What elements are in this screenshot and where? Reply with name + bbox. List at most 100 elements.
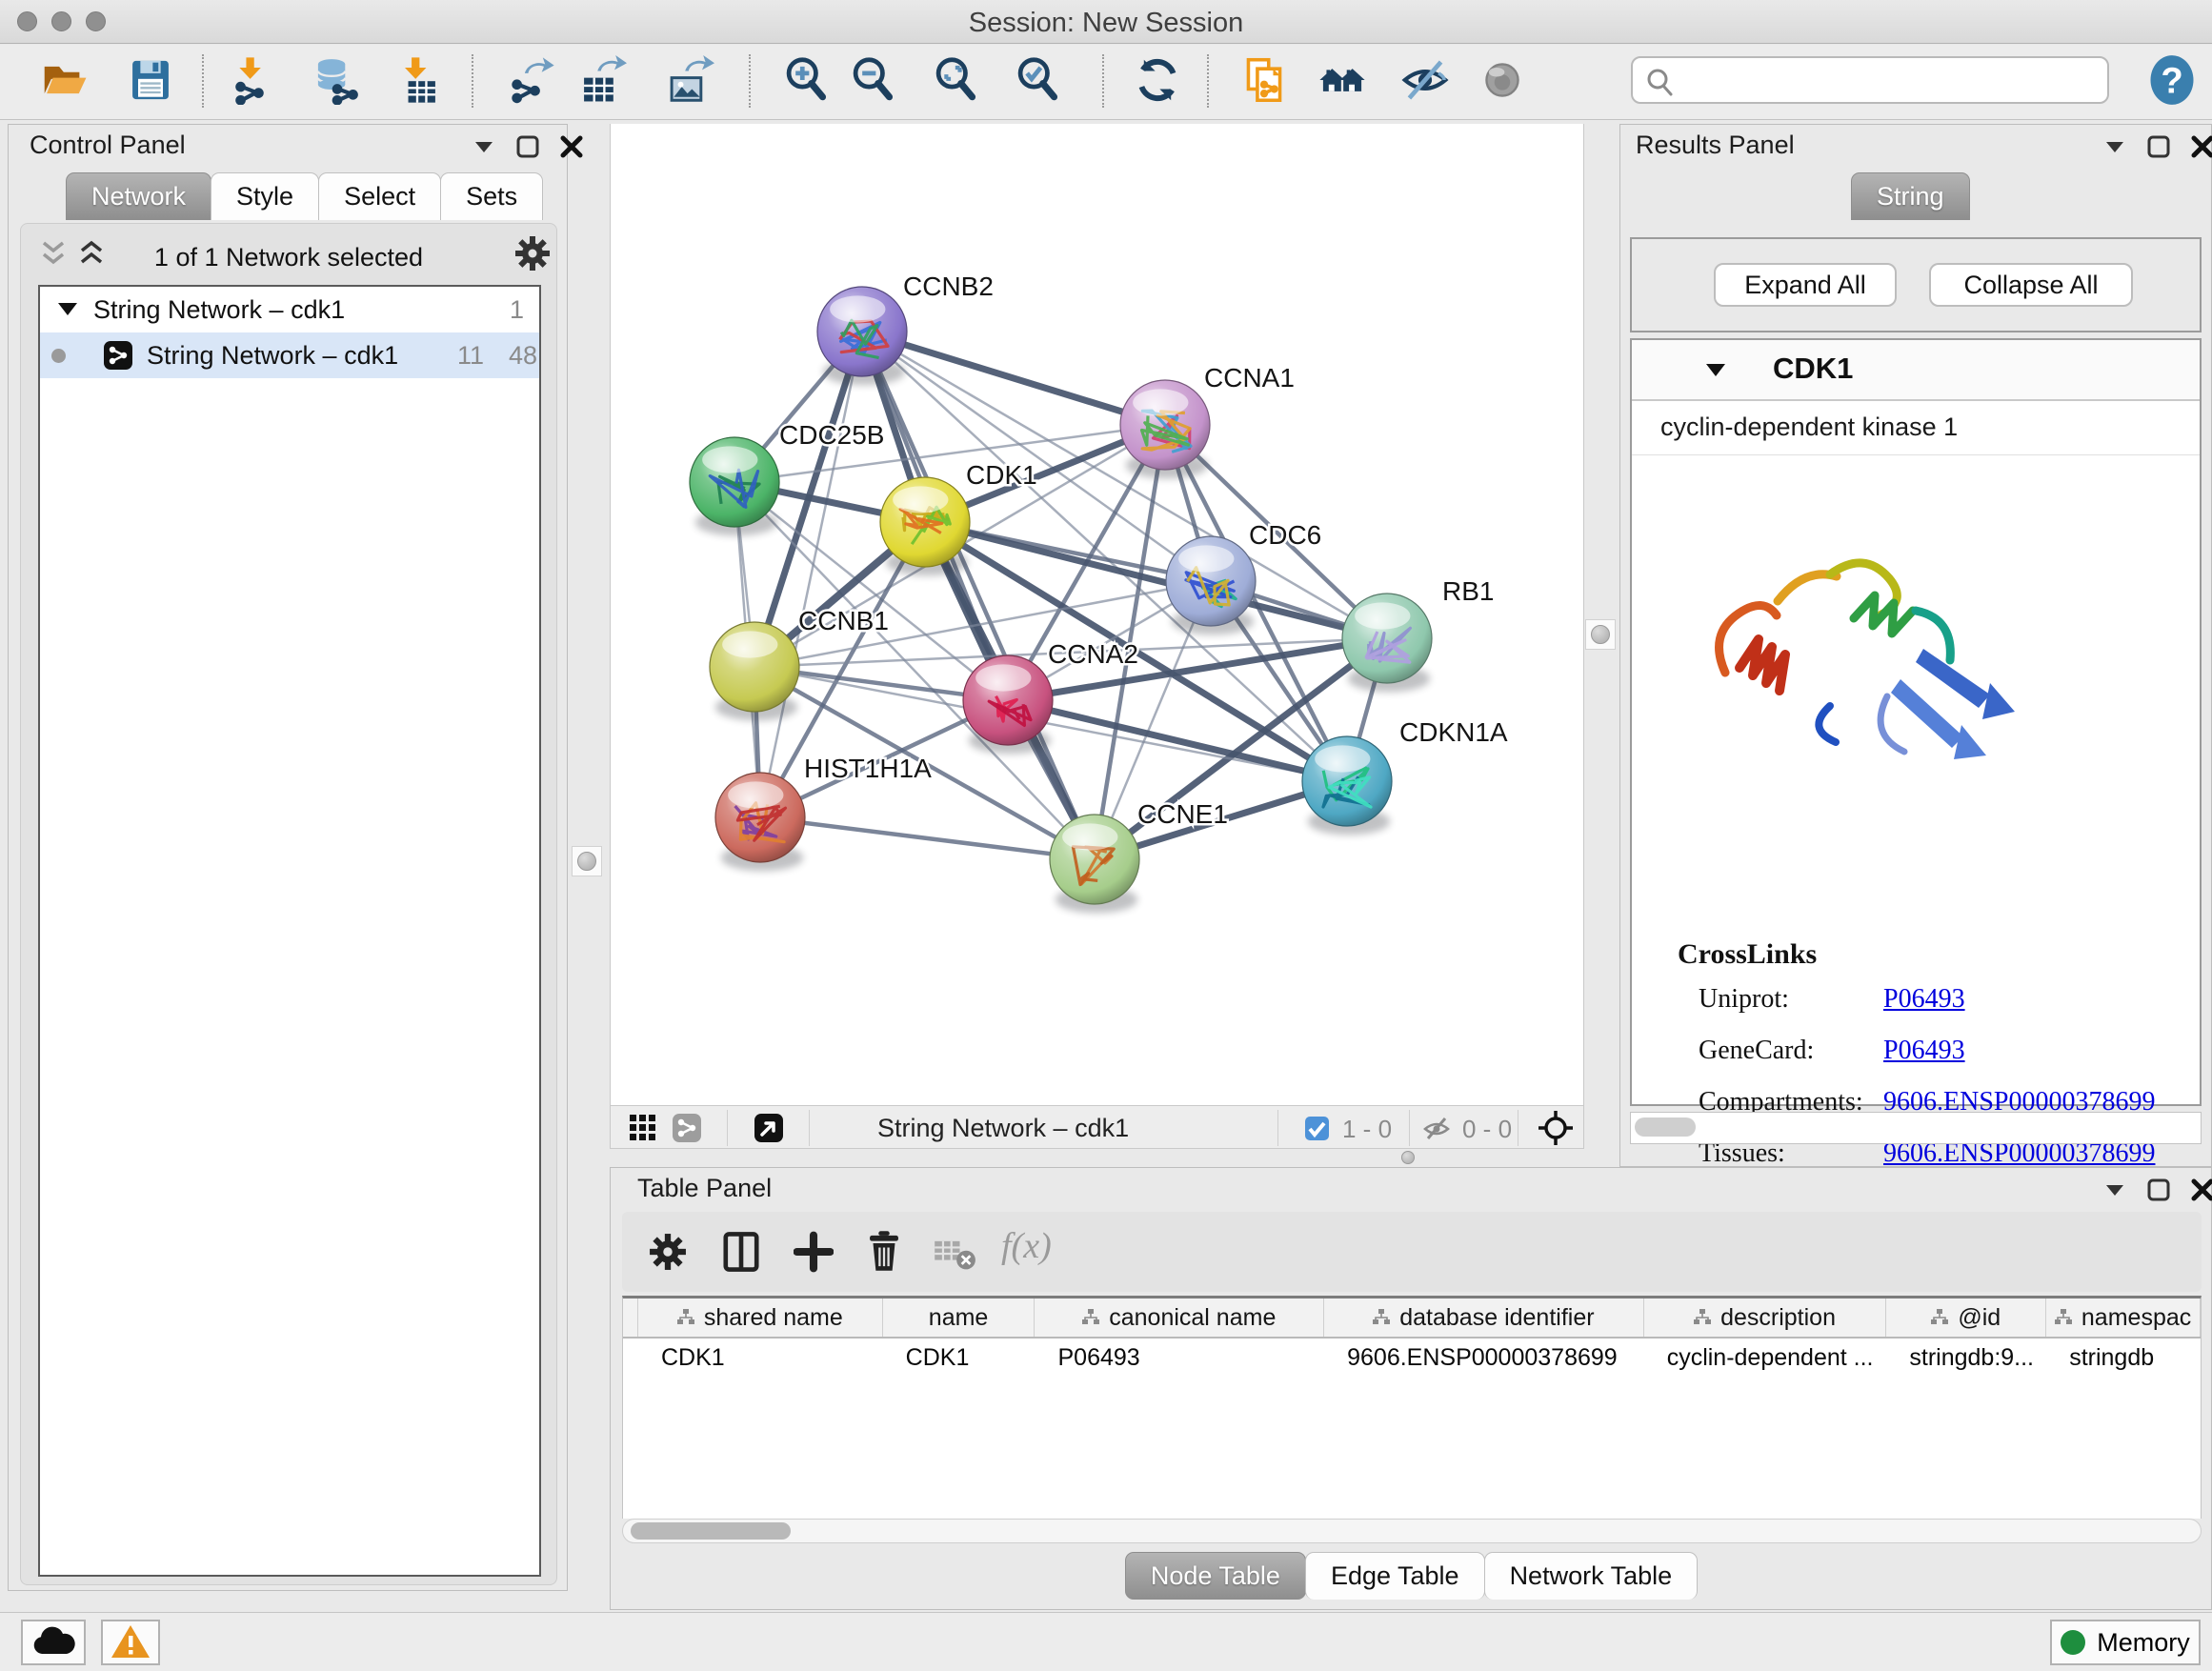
search-box[interactable] [1631, 56, 2109, 104]
memory-button[interactable]: Memory [2050, 1620, 2201, 1665]
apply-layout-icon[interactable] [1131, 52, 1184, 110]
tab-select[interactable]: Select [318, 172, 441, 220]
hidden-eye-icon[interactable] [1422, 1115, 1451, 1143]
delete-column-icon[interactable] [864, 1229, 904, 1273]
export-image-icon[interactable] [663, 52, 716, 110]
close-panel-icon[interactable] [2190, 1178, 2212, 1202]
float-panel-icon[interactable] [2146, 1178, 2171, 1202]
node-CCNE1[interactable] [1050, 815, 1139, 913]
column-header-canonical-name[interactable]: canonical name [1035, 1299, 1324, 1337]
panel-menu-icon[interactable] [2102, 1178, 2127, 1202]
show-columns-icon[interactable] [721, 1231, 761, 1273]
crosslink-link[interactable]: P06493 [1883, 984, 1965, 1015]
table-gear-icon[interactable] [649, 1233, 687, 1271]
birds-eye-grid-icon[interactable] [628, 1113, 658, 1143]
node-HIST1H1A[interactable] [715, 773, 805, 871]
node-RB1[interactable] [1342, 594, 1432, 692]
node-CDC25B[interactable] [690, 437, 779, 535]
hsplit-handle[interactable] [1395, 1151, 1421, 1164]
node-CCNB2[interactable] [817, 287, 907, 385]
network-collection-row[interactable]: String Network – cdk1 1 [40, 287, 539, 332]
add-column-icon[interactable] [794, 1231, 834, 1273]
collapse-gene-icon[interactable] [1704, 361, 1727, 380]
zoom-selected-icon[interactable] [1012, 52, 1065, 110]
tab-network-table[interactable]: Network Table [1484, 1552, 1699, 1600]
search-input[interactable] [1682, 62, 2092, 98]
function-builder-icon[interactable]: f(x) [1001, 1225, 1052, 1267]
edge-CCNB2-CCNA1[interactable] [862, 332, 1165, 425]
float-panel-icon[interactable] [2146, 134, 2171, 159]
tab-string[interactable]: String [1851, 172, 1970, 220]
float-panel-icon[interactable] [515, 134, 540, 159]
clone-network-icon[interactable] [1237, 52, 1291, 110]
node-CCNB1[interactable] [710, 622, 799, 720]
node-CCNA1[interactable] [1120, 380, 1210, 478]
open-session-icon[interactable] [38, 52, 91, 110]
tab-edge-table[interactable]: Edge Table [1305, 1552, 1485, 1600]
warning-icon[interactable] [101, 1620, 160, 1665]
collapse-all-button[interactable]: Collapse All [1929, 263, 2133, 307]
column-header--id[interactable]: @id [1886, 1299, 2046, 1337]
show-graphics-icon[interactable] [1476, 52, 1529, 110]
fit-selected-crosshair-icon[interactable] [1537, 1109, 1575, 1147]
save-session-icon[interactable] [124, 52, 177, 110]
share-view-icon[interactable] [672, 1113, 702, 1143]
node-CDC6[interactable] [1166, 536, 1256, 634]
close-panel-icon[interactable] [2190, 134, 2212, 159]
scrollbar-thumb[interactable] [631, 1522, 791, 1540]
zoom-in-icon[interactable] [780, 52, 834, 110]
selected-checkbox-icon[interactable] [1304, 1116, 1330, 1141]
column-header-shared-name[interactable]: shared name [638, 1299, 883, 1337]
table-cell[interactable]: 9606.ENSP00000378699 [1324, 1339, 1644, 1377]
export-network-icon[interactable] [505, 52, 558, 110]
node-CDKN1A[interactable] [1302, 736, 1392, 835]
edge-CCNA2-CDKN1A[interactable] [1008, 700, 1347, 781]
panel-divider-handle[interactable] [1585, 619, 1616, 650]
column-header-database-identifier[interactable]: database identifier [1324, 1299, 1644, 1337]
tab-network[interactable]: Network [66, 172, 211, 220]
table-cell[interactable]: stringdb:9... [1886, 1339, 2046, 1377]
close-panel-icon[interactable] [559, 134, 584, 159]
results-hscrollbar[interactable] [1630, 1112, 2202, 1144]
tab-sets[interactable]: Sets [440, 172, 543, 220]
cloud-icon[interactable] [21, 1620, 86, 1665]
node-CCNA2[interactable] [963, 655, 1053, 754]
table-cell[interactable]: CDK1 [883, 1339, 1036, 1377]
import-table-icon[interactable] [391, 52, 444, 110]
edge-CCNB2-HIST1H1A[interactable] [760, 332, 862, 817]
hide-graphics-icon[interactable] [1398, 52, 1452, 110]
import-network-database-icon[interactable] [311, 52, 364, 110]
tree-expand-icon[interactable] [57, 300, 78, 319]
column-header-description[interactable]: description [1644, 1299, 1887, 1337]
import-network-icon[interactable] [223, 52, 276, 110]
network-overview-icon[interactable] [1316, 52, 1369, 110]
table-cell[interactable]: CDK1 [638, 1339, 883, 1377]
zoom-out-icon[interactable] [847, 52, 900, 110]
zoom-fit-icon[interactable] [930, 52, 983, 110]
network-row-selected[interactable]: String Network – cdk1 11 48 [40, 332, 539, 378]
node-table[interactable]: shared namenamecanonical namedatabase id… [622, 1296, 2202, 1519]
table-cell[interactable]: cyclin-dependent ... [1644, 1339, 1887, 1377]
panel-divider-handle[interactable] [572, 846, 602, 876]
network-view-canvas[interactable]: CCNB2CCNA1CDC25BCDK1CDC6RB1CCNB1CCNA2CDK… [610, 124, 1584, 1105]
table-hscrollbar[interactable] [622, 1519, 2202, 1543]
gear-icon[interactable] [514, 235, 551, 272]
detach-view-icon[interactable] [754, 1113, 784, 1143]
string-network-graph[interactable]: CCNB2CCNA1CDC25BCDK1CDC6RB1CCNB1CCNA2CDK… [611, 124, 1585, 1105]
gene-card-header[interactable]: CDK1 [1632, 340, 2200, 401]
table-row[interactable]: CDK1CDK1P064939606.ENSP00000378699cyclin… [623, 1339, 2201, 1377]
column-header-namespac[interactable]: namespac [2046, 1299, 2201, 1337]
edge-HIST1H1A-CCNE1[interactable] [760, 817, 1095, 859]
table-cell[interactable]: P06493 [1035, 1339, 1324, 1377]
help-icon[interactable]: ? [2147, 54, 2197, 108]
crosslink-link[interactable]: P06493 [1883, 1036, 1965, 1066]
scrollbar-thumb[interactable] [1635, 1117, 1696, 1137]
column-header-name[interactable]: name [883, 1299, 1036, 1337]
export-table-icon[interactable] [575, 52, 629, 110]
node-CDK1[interactable] [880, 477, 970, 575]
panel-menu-icon[interactable] [2102, 134, 2127, 159]
expand-all-button[interactable]: Expand All [1714, 263, 1897, 307]
table-cell[interactable]: stringdb [2046, 1339, 2201, 1377]
delete-table-icon[interactable] [933, 1237, 976, 1271]
panel-menu-icon[interactable] [472, 134, 496, 159]
